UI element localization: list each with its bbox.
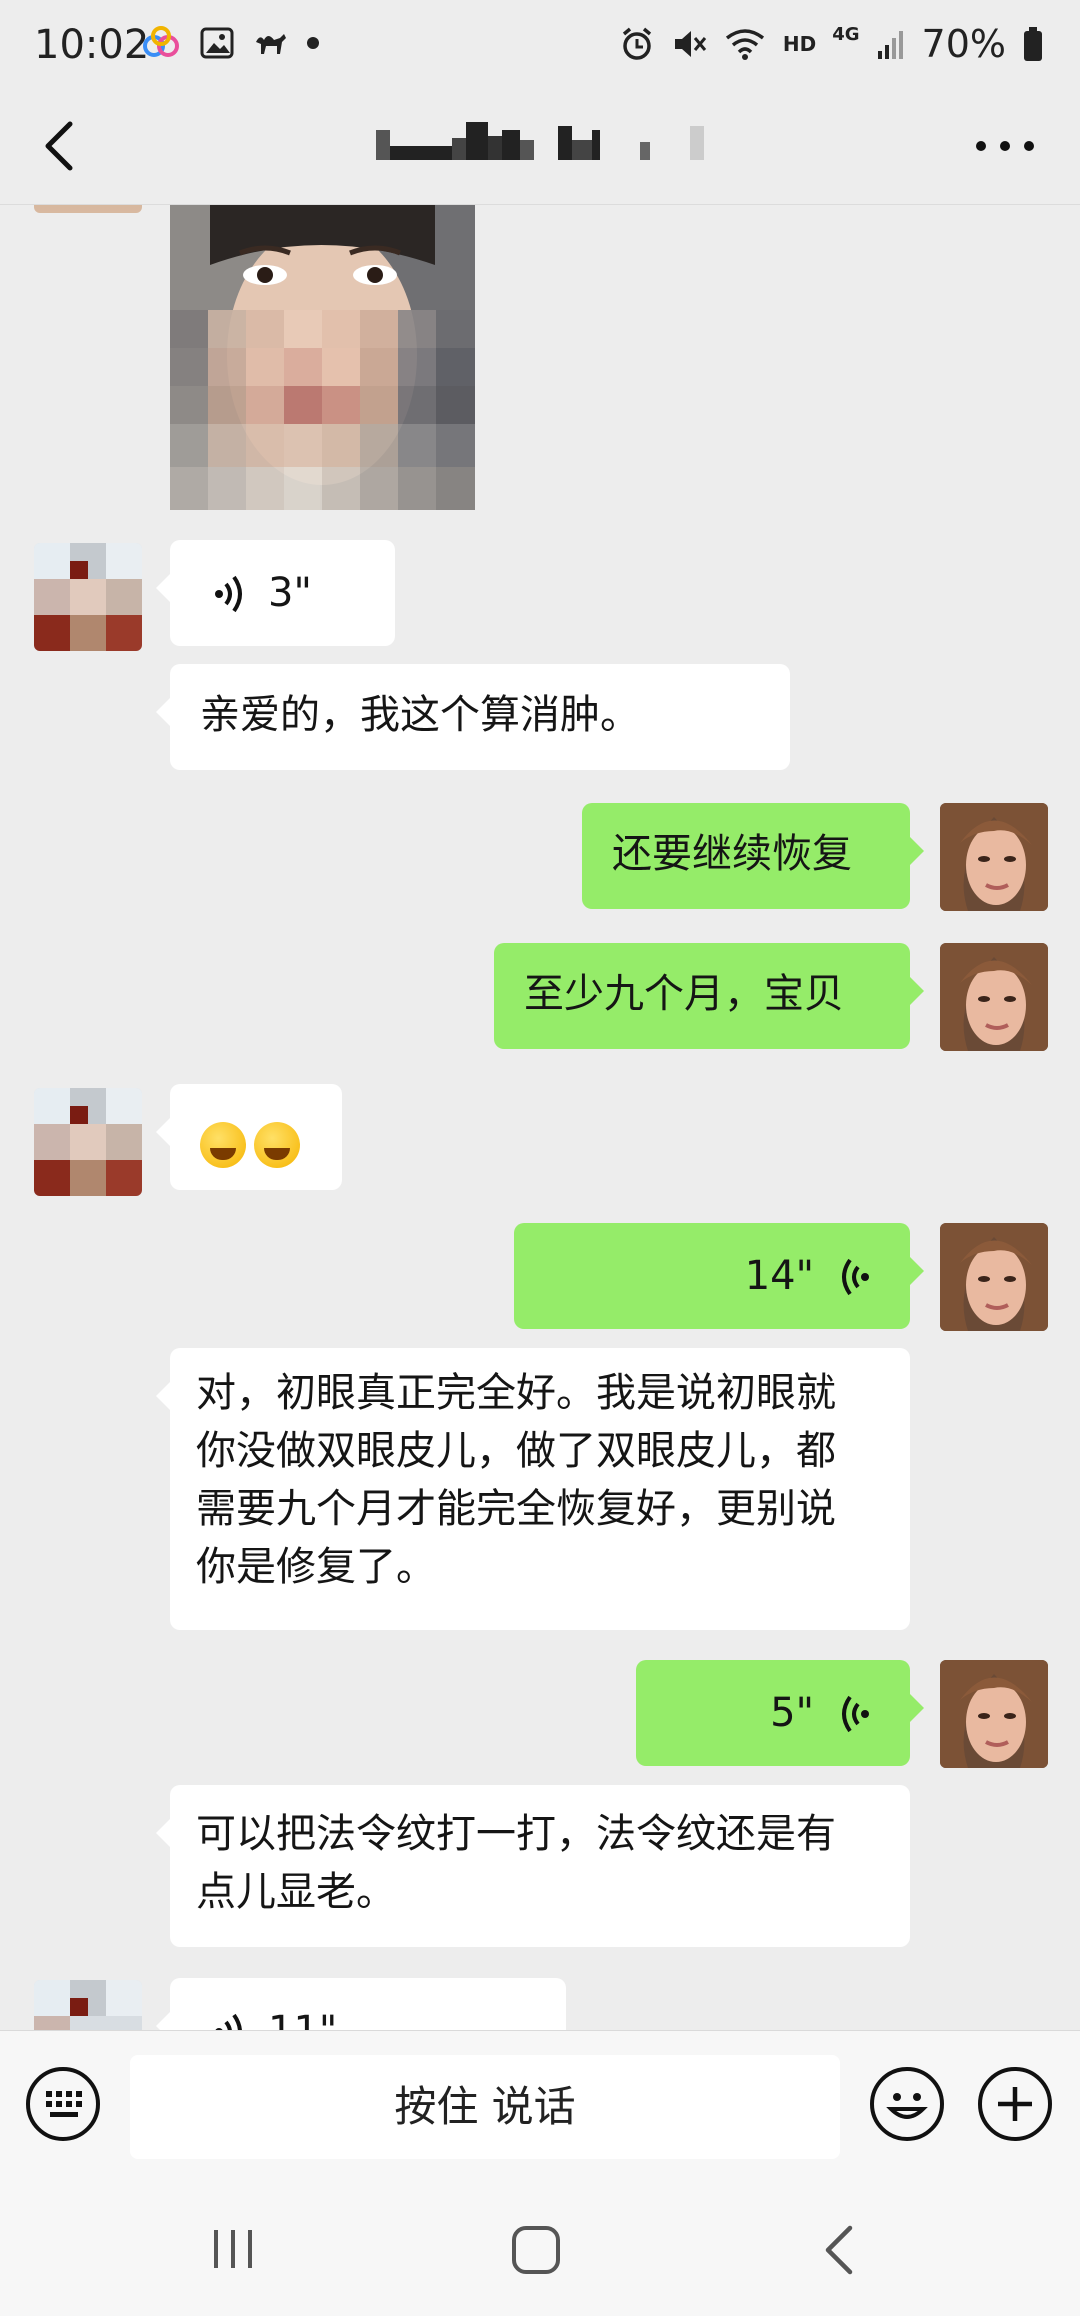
message-line: 需要九个月才能完全恢复好，更别说 (196, 1486, 836, 1532)
text-message[interactable]: 还要继续恢复 (582, 803, 924, 909)
contact-avatar[interactable] (34, 1088, 142, 1196)
my-avatar[interactable] (940, 803, 1048, 911)
battery-percent: 70% (921, 22, 1006, 66)
recent-apps-icon[interactable] (208, 2226, 258, 2272)
crying-laughing-emoji-icon (254, 1122, 300, 1168)
plus-icon (998, 2087, 1032, 2121)
cloud-app-icon (143, 26, 179, 57)
message-line: 点儿显老。 (196, 1869, 396, 1915)
profile-photo-icon (940, 1223, 1048, 1331)
message-text: 还要继续恢复 (612, 831, 852, 877)
voice-message[interactable]: 3" (156, 540, 395, 646)
photo-thumbnail-icon (170, 205, 475, 510)
message-text: 至少九个月，宝贝 (524, 971, 844, 1017)
my-avatar[interactable] (940, 1223, 1048, 1331)
dot-icon (307, 37, 319, 49)
my-avatar[interactable] (940, 943, 1048, 1051)
crying-laughing-emoji-icon (200, 1122, 246, 1168)
message-line: 可以把法令纹打一打，法令纹还是有 (196, 1811, 836, 1857)
text-message[interactable]: 亲爱的，我这个算消肿。 (156, 664, 790, 770)
network-type: 4G (832, 23, 860, 45)
more-options-icon[interactable] (970, 126, 1040, 166)
signal-icon (877, 31, 903, 59)
pixelated-avatar-icon (34, 1088, 142, 1196)
input-bar: 按住 说话 (0, 2030, 1080, 2183)
system-indicators: HD 4G 70% (619, 22, 1044, 66)
emoji-button[interactable] (870, 2067, 944, 2141)
camel-icon (256, 34, 286, 54)
message-list[interactable]: 3" 亲爱的，我这个算消肿。 还要继续恢复 至少九个月，宝贝 14" 对，初眼真… (0, 205, 1080, 2030)
gallery-icon (200, 27, 234, 59)
pixelated-avatar-icon (34, 1980, 142, 2030)
keyboard-toggle-button[interactable] (26, 2067, 100, 2141)
more-functions-button[interactable] (978, 2067, 1052, 2141)
back-arrow-icon[interactable] (32, 116, 92, 176)
voice-duration: 11" (268, 2002, 337, 2030)
home-icon[interactable] (510, 2224, 562, 2276)
back-nav-icon[interactable] (820, 2224, 860, 2276)
message-text: 亲爱的，我这个算消肿。 (200, 692, 640, 738)
profile-photo-icon (940, 943, 1048, 1051)
chat-header (0, 96, 1080, 205)
voice-duration: 14" (744, 1253, 814, 1299)
text-message[interactable]: 可以把法令纹打一打，法令纹还是有 点儿显老。 (156, 1785, 910, 1947)
voice-message[interactable]: 11" (156, 1978, 566, 2030)
profile-photo-icon (940, 803, 1048, 911)
message-line: 你没做双眼皮儿，做了双眼皮儿，都 (196, 1428, 836, 1474)
voice-wave-icon (215, 2013, 242, 2030)
image-message[interactable] (170, 205, 475, 510)
voice-duration: 5" (770, 1690, 814, 1736)
battery-icon (1024, 27, 1042, 61)
profile-photo-icon (940, 1660, 1048, 1768)
hold-to-talk-button[interactable]: 按住 说话 (130, 2055, 840, 2159)
voice-wave-icon (842, 1695, 869, 1733)
hd-label: HD (782, 32, 817, 56)
clock: 10:02 (34, 22, 150, 68)
voice-wave-icon (842, 1258, 869, 1296)
wifi-icon (725, 29, 764, 60)
contact-name-masked (376, 122, 704, 160)
voice-message[interactable]: 5" (636, 1660, 924, 1766)
message-line: 你是修复了。 (196, 1544, 436, 1590)
system-nav-bar (0, 2182, 1080, 2316)
emoji-message[interactable] (156, 1084, 342, 1190)
avatar-partial[interactable] (34, 205, 142, 213)
keyboard-icon (46, 2091, 82, 2117)
voice-message[interactable]: 14" (514, 1223, 924, 1329)
my-avatar[interactable] (940, 1660, 1048, 1768)
contact-avatar[interactable] (34, 543, 142, 651)
voice-duration: 3" (268, 570, 312, 616)
alarm-icon (622, 27, 651, 60)
pixelated-avatar-icon (34, 543, 142, 651)
smiley-icon (886, 2093, 928, 2119)
text-message[interactable]: 至少九个月，宝贝 (494, 943, 924, 1049)
message-line: 对，初眼真正完全好。我是说初眼就 (196, 1370, 836, 1416)
notification-icons (142, 26, 320, 60)
status-bar: 10:02 HD 4G 70% (0, 0, 1080, 96)
contact-avatar[interactable] (34, 1980, 142, 2030)
voice-wave-icon (215, 575, 242, 613)
text-message[interactable]: 对，初眼真正完全好。我是说初眼就 你没做双眼皮儿，做了双眼皮儿，都 需要九个月才… (156, 1348, 910, 1630)
mute-icon (674, 31, 707, 57)
